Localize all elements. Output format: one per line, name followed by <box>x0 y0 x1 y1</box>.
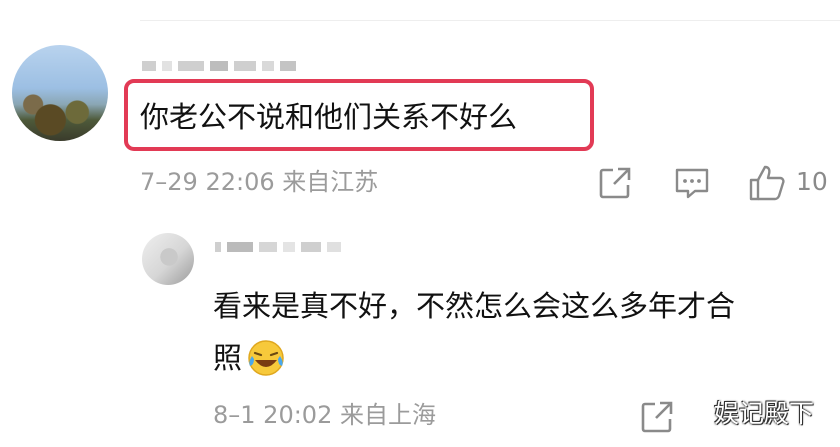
thumbs-up-icon[interactable] <box>748 164 786 202</box>
username-blurred[interactable] <box>142 60 296 72</box>
reply-avatar[interactable] <box>142 233 194 285</box>
reply-location: 来自上海 <box>339 401 436 429</box>
reply-meta: 8–1 20:02 来自上海 <box>213 400 436 430</box>
comment-meta: 7–29 22:06 来自江苏 <box>140 167 378 197</box>
reply-text-line2: 照 <box>213 338 286 378</box>
comment-icon[interactable] <box>674 166 710 200</box>
share-icon[interactable] <box>598 166 632 200</box>
top-divider <box>140 20 840 21</box>
reply-text: 看来是真不好，不然怎么会这么多年才合 <box>213 289 736 323</box>
reply-text-tail: 照 <box>213 341 243 375</box>
laughing-crying-emoji-icon <box>248 340 284 376</box>
reply-username-blurred[interactable] <box>215 241 341 253</box>
comment-text: 你老公不说和他们关系不好么 <box>140 100 518 134</box>
reply-date: 8–1 20:02 <box>213 401 333 429</box>
like-count: 10 <box>796 167 828 196</box>
comment-date: 7–29 22:06 <box>140 168 275 196</box>
watermark: 娱记殿下 <box>714 399 815 428</box>
avatar[interactable] <box>12 45 108 141</box>
comment-location: 来自江苏 <box>282 168 379 196</box>
reply-share-icon[interactable] <box>640 400 674 434</box>
